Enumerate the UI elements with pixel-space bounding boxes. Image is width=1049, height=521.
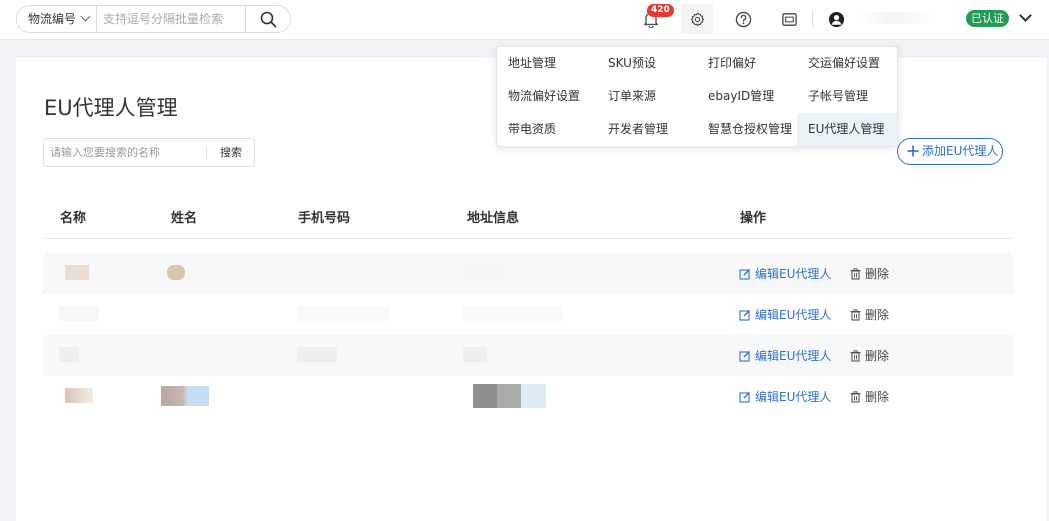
menu-item-developer[interactable]: 开发者管理	[597, 113, 697, 146]
header-divider	[812, 11, 813, 27]
edit-eu-agent-button[interactable]: 编辑EU代理人	[739, 347, 831, 364]
search-type-select[interactable]: 物流编号	[17, 6, 97, 32]
column-header-actions: 操作	[740, 211, 767, 226]
column-header-person: 姓名	[171, 211, 198, 226]
edit-label: 编辑EU代理人	[755, 267, 832, 281]
gear-icon	[690, 12, 704, 26]
search-button[interactable]	[245, 6, 291, 32]
table-row: 编辑EU代理人 删除	[43, 376, 1014, 417]
username-redacted	[860, 12, 938, 24]
delete-button[interactable]: 删除	[850, 265, 889, 282]
user-icon	[828, 11, 844, 27]
column-header-name: 名称	[60, 211, 87, 226]
trash-icon	[850, 267, 861, 280]
edit-icon	[739, 391, 750, 403]
message-button[interactable]	[773, 4, 805, 34]
delete-label: 删除	[865, 267, 890, 281]
help-button[interactable]	[727, 4, 759, 34]
menu-item-sku-preset[interactable]: SKU预设	[597, 47, 697, 80]
redacted-name	[65, 265, 89, 280]
delete-label: 删除	[865, 308, 890, 322]
menu-item-address[interactable]: 地址管理	[497, 47, 597, 80]
redacted-address	[463, 265, 503, 280]
delete-button[interactable]: 删除	[850, 306, 889, 323]
delete-button[interactable]: 删除	[850, 388, 889, 405]
trash-icon	[850, 390, 861, 403]
name-search-box: 搜索	[43, 138, 255, 167]
menu-item-eu-agent[interactable]: EU代理人管理	[797, 113, 897, 146]
top-bar: 物流编号 420 已认证	[0, 0, 1049, 40]
name-search-input[interactable]	[50, 139, 205, 166]
redacted-address	[463, 306, 563, 321]
redacted-person	[167, 265, 185, 280]
edit-label: 编辑EU代理人	[755, 308, 832, 322]
edit-label: 编辑EU代理人	[755, 390, 832, 404]
redacted-phone	[297, 306, 389, 321]
delete-button[interactable]: 删除	[850, 347, 889, 364]
edit-eu-agent-button[interactable]: 编辑EU代理人	[739, 306, 831, 323]
message-icon	[781, 12, 797, 26]
redacted-phone	[297, 347, 337, 362]
add-eu-agent-label: 添加EU代理人	[922, 144, 999, 158]
edit-icon	[739, 350, 750, 362]
trash-icon	[850, 308, 861, 321]
edit-label: 编辑EU代理人	[755, 349, 832, 363]
menu-item-shipping-pref[interactable]: 交运偏好设置	[797, 47, 897, 80]
column-header-address: 地址信息	[467, 211, 520, 226]
redacted-person	[161, 386, 209, 406]
menu-item-sub-account[interactable]: 子帐号管理	[797, 80, 897, 113]
delete-label: 删除	[865, 349, 890, 363]
help-icon	[735, 11, 751, 27]
settings-dropdown-menu: 地址管理 SKU预设 打印偏好 交运偏好设置 物流偏好设置 订单来源 ebayI…	[496, 46, 898, 147]
verified-badge: 已认证	[966, 10, 1009, 27]
table-row: 编辑EU代理人 删除	[43, 335, 1014, 376]
name-search-button[interactable]: 搜索	[207, 139, 255, 166]
menu-item-logistics-pref[interactable]: 物流偏好设置	[497, 80, 597, 113]
table-row: 编辑EU代理人 删除	[43, 253, 1014, 294]
chevron-down-icon[interactable]	[1019, 9, 1032, 22]
chevron-down-icon	[80, 11, 91, 22]
table-header-divider	[43, 238, 1014, 239]
menu-item-order-source[interactable]: 订单来源	[597, 80, 697, 113]
menu-item-smart-warehouse-auth[interactable]: 智慧仓授权管理	[697, 113, 797, 146]
menu-item-ebay-id[interactable]: ebayID管理	[697, 80, 797, 113]
search-input[interactable]	[103, 6, 243, 32]
edit-eu-agent-button[interactable]: 编辑EU代理人	[739, 388, 831, 405]
settings-button[interactable]	[681, 4, 713, 34]
search-icon	[260, 11, 277, 27]
redacted-name	[59, 347, 79, 362]
edit-icon	[739, 309, 750, 321]
page-title: EU代理人管理	[44, 96, 178, 120]
global-search: 物流编号	[16, 5, 291, 33]
redacted-name	[59, 306, 99, 321]
menu-item-battery-qualification[interactable]: 带电资质	[497, 113, 597, 146]
add-eu-agent-button[interactable]: 添加EU代理人	[897, 138, 1003, 165]
plus-icon	[907, 145, 919, 157]
table-row: 编辑EU代理人 删除	[43, 294, 1014, 335]
search-type-label: 物流编号	[28, 12, 77, 26]
redacted-address	[463, 347, 487, 362]
delete-label: 删除	[865, 390, 890, 404]
redacted-address	[473, 384, 546, 408]
user-menu-avatar[interactable]	[820, 4, 852, 34]
edit-icon	[739, 268, 750, 280]
trash-icon	[850, 349, 861, 362]
column-header-phone: 手机号码	[298, 211, 351, 226]
menu-item-print-pref[interactable]: 打印偏好	[697, 47, 797, 80]
redacted-name	[65, 388, 93, 403]
edit-eu-agent-button[interactable]: 编辑EU代理人	[739, 265, 831, 282]
notification-badge: 420	[647, 4, 674, 17]
